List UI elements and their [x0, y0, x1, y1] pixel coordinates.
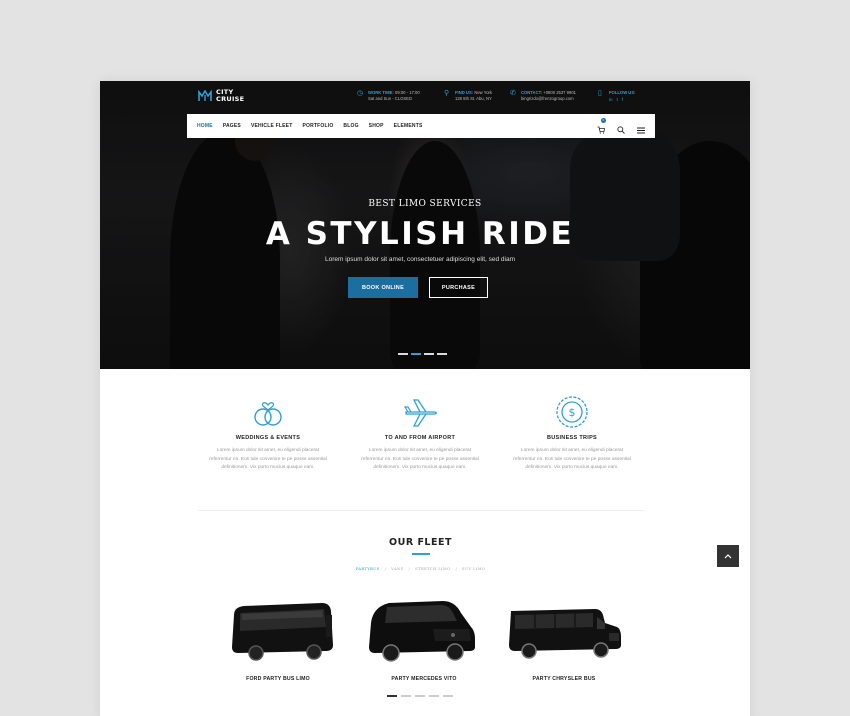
section-divider [198, 510, 644, 511]
contact-email[interactable]: bingrizdo@frenzogroup.com [521, 96, 576, 102]
logo-icon [198, 90, 212, 101]
work-time-weekend: Sat and Sun - CLOSED [368, 95, 412, 101]
contact-phone: +0800 2537 9901 [543, 90, 576, 95]
logo-line-2: CRUISE [216, 95, 245, 103]
fleet-slider-dots [387, 695, 453, 697]
coin-icon: $ [556, 396, 588, 428]
fleet-dot[interactable] [401, 695, 411, 697]
work-time-label: WORK TIME: [368, 90, 394, 95]
service-title: WEDDINGS & EVENTS [235, 435, 301, 441]
vehicle-name-mercedes[interactable]: PARTY MERCEDES VITO [354, 676, 494, 682]
menu-icon[interactable] [637, 127, 645, 134]
nav-blog[interactable]: BLOG [343, 123, 358, 129]
service-text: Lorem ipsum dolor sit amet, eu eligendi … [513, 448, 631, 470]
slider-dot-active[interactable] [411, 353, 421, 355]
fleet-dot[interactable] [415, 695, 425, 697]
book-online-button[interactable]: BOOK ONLINE [348, 277, 418, 298]
party-bus-image[interactable] [226, 593, 346, 663]
top-info-bar: CITY CRUISE ◷ WORK TIME: 09:00 - 17:00 S… [100, 81, 750, 111]
purchase-button[interactable]: PURCHASE [429, 277, 488, 298]
website-page: CITY CRUISE ◷ WORK TIME: 09:00 - 17:00 S… [100, 81, 750, 716]
fleet-dot-active[interactable] [387, 695, 397, 697]
filter-stretch-limo[interactable]: STRETCH LIMO [415, 566, 450, 571]
filter-suv-limo[interactable]: SUV LIMO [462, 566, 485, 571]
fleet-title-underline [412, 553, 430, 555]
main-nav: HOME PAGES VEHICLE FLEET PORTFOLIO BLOG … [187, 114, 655, 138]
filter-separator: / [384, 566, 387, 571]
slider-dot[interactable] [424, 353, 434, 355]
find-us-info: ⚲ FIND US: New York 128 5th St. Abu, NY [444, 90, 492, 101]
hero-section: CITY CRUISE ◷ WORK TIME: 09:00 - 17:00 S… [100, 81, 750, 369]
service-title: BUSINESS TRIPS [546, 435, 598, 441]
clock-icon: ◷ [357, 90, 364, 97]
fleet-dot[interactable] [429, 695, 439, 697]
service-text: Lorem ipsum dolor sit amet, eu eligendi … [361, 448, 479, 470]
nav-elements[interactable]: ELEMENTS [394, 123, 423, 129]
slider-dot[interactable] [398, 353, 408, 355]
fleet-dot[interactable] [443, 695, 453, 697]
contact-info: ✆ CONTACT: +0800 2537 9901 bingrizdo@fre… [510, 90, 576, 101]
work-time-info: ◷ WORK TIME: 09:00 - 17:00 Sat and Sun -… [357, 90, 420, 101]
svg-text:$: $ [569, 406, 576, 419]
location-pin-icon: ⚲ [444, 90, 450, 97]
follow-us-info: ▯ FOLLOW US: in t f [598, 90, 636, 102]
facebook-icon[interactable]: f [622, 97, 623, 103]
service-business: $ BUSINESS TRIPS Lorem ipsum dolor sit a… [502, 395, 642, 473]
chevron-up-icon [724, 554, 732, 559]
mercedes-vito-image[interactable] [363, 593, 483, 663]
rings-icon [254, 402, 282, 426]
hero-slider-dots [398, 353, 447, 355]
find-us-address: 128 5th St. Abu, NY [455, 95, 492, 101]
service-weddings: WEDDINGS & EVENTS Lorem ipsum dolor sit … [198, 395, 338, 473]
service-text: Lorem ipsum dolor sit amet, eu eligendi … [209, 448, 327, 470]
nav-shop[interactable]: SHOP [369, 123, 384, 129]
find-us-city: New York [474, 90, 493, 95]
twitter-icon[interactable]: t [617, 97, 618, 103]
work-time-hours: 09:00 - 17:00 [395, 90, 420, 95]
filter-partybus[interactable]: PARTYBUS [356, 566, 380, 571]
vehicle-name-chrysler[interactable]: PARTY CHRYSLER BUS [494, 676, 634, 682]
filter-vans[interactable]: VANS [391, 566, 403, 571]
scroll-to-top-button[interactable] [717, 545, 739, 567]
follow-us-label: FOLLOW US: [609, 90, 636, 95]
site-logo[interactable]: CITY CRUISE [198, 89, 244, 103]
nav-vehicle-fleet[interactable]: VEHICLE FLEET [251, 123, 293, 129]
chrysler-bus-image[interactable] [505, 593, 625, 663]
filter-separator: / [455, 566, 458, 571]
hero-text: Lorem ipsum dolor sit amet, consectetuer… [324, 256, 516, 263]
nav-pages[interactable]: PAGES [223, 123, 241, 129]
hero-title: A STYLISH RIDE [265, 216, 575, 252]
vehicle-name-ford[interactable]: FORD PARTY BUS LIMO [208, 676, 348, 682]
hero-subtitle: BEST LIMO SERVICES [368, 199, 482, 209]
nav-portfolio[interactable]: PORTFOLIO [302, 123, 333, 129]
service-airport: TO AND FROM AIRPORT Lorem ipsum dolor si… [350, 395, 490, 473]
search-icon[interactable] [617, 126, 625, 134]
mobile-icon: ▯ [598, 90, 602, 97]
filter-separator: / [408, 566, 411, 571]
nav-home[interactable]: HOME [197, 123, 213, 129]
phone-icon: ✆ [510, 90, 516, 97]
airplane-icon [403, 399, 437, 427]
service-title: TO AND FROM AIRPORT [384, 435, 456, 441]
fleet-filters: PARTYBUS / VANS / STRETCH LIMO / SUV LIM… [100, 566, 741, 571]
find-us-label: FIND US: [455, 90, 474, 95]
cart-icon [597, 126, 605, 134]
fleet-title: OUR FLEET [389, 537, 452, 548]
cart-count-badge: 0 [601, 118, 606, 123]
contact-label: CONTACT: [521, 90, 543, 95]
linkedin-icon[interactable]: in [609, 97, 613, 103]
slider-dot[interactable] [437, 353, 447, 355]
cart-button[interactable]: 0 [597, 118, 606, 139]
